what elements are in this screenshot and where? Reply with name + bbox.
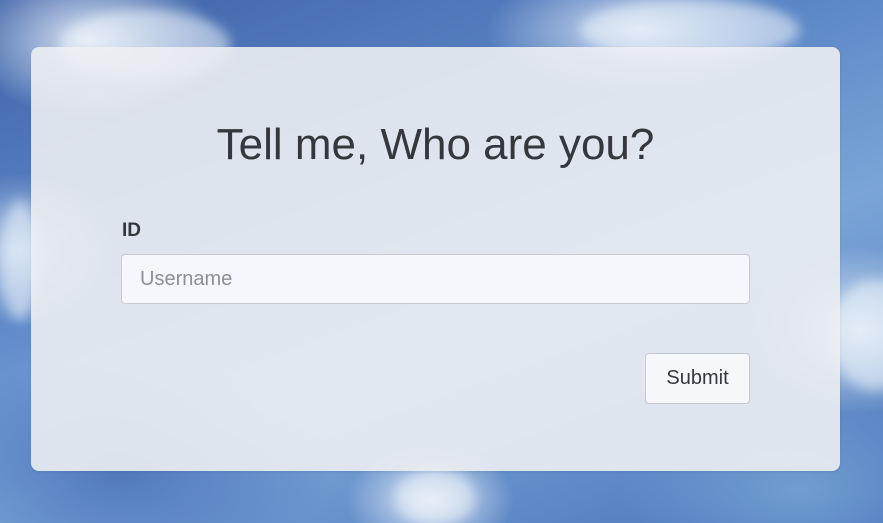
- username-input[interactable]: [121, 254, 750, 304]
- id-label: ID: [122, 220, 141, 241]
- cloud-decoration: [395, 470, 475, 523]
- login-card: Tell me, Who are you? ID Submit: [31, 47, 840, 471]
- page-title: Tell me, Who are you?: [216, 120, 655, 169]
- submit-button[interactable]: Submit: [645, 353, 750, 404]
